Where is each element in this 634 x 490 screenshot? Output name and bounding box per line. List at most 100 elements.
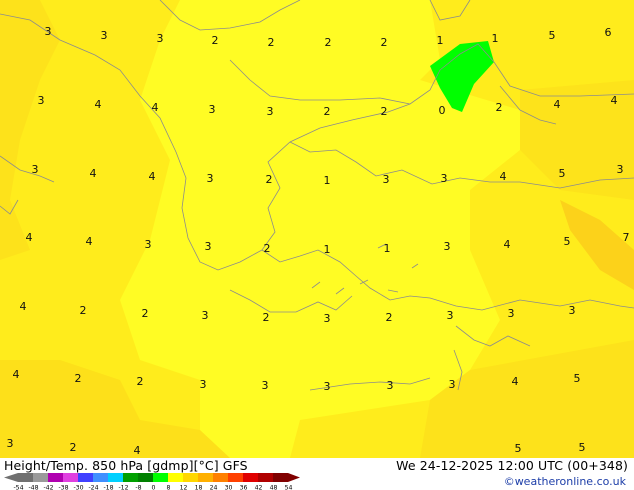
value-label: 3: [447, 309, 454, 322]
legend-swatch: [123, 473, 138, 482]
color-legend: -54 -48 -42 -38 -30 -24 -18 -12 -8 0 8 12 18 24 30 36 42…: [4, 473, 300, 490]
value-label: 0: [439, 104, 446, 117]
value-label: 3: [101, 29, 108, 42]
value-label: 3: [45, 25, 52, 38]
legend-swatch: [273, 473, 288, 482]
value-label: 2: [496, 101, 503, 114]
value-label: 4: [95, 98, 102, 111]
value-label: 2: [381, 36, 388, 49]
value-label: 3: [7, 437, 14, 450]
value-label: 3: [209, 103, 216, 116]
legend-swatch: [108, 473, 123, 482]
value-label: 2: [381, 105, 388, 118]
value-label: 2: [264, 242, 271, 255]
legend-tick-label: -30: [73, 485, 83, 490]
value-label: 4: [86, 235, 93, 248]
legend-tick-label: -54: [13, 485, 23, 490]
value-label: 2: [70, 441, 77, 454]
value-label: 1: [324, 174, 331, 187]
legend-swatch: [153, 473, 168, 482]
value-label: 4: [500, 170, 507, 183]
legend-tick-label: -48: [28, 485, 38, 490]
credit-link[interactable]: ©weatheronline.co.uk: [504, 475, 626, 488]
legend-tick-label: 36: [240, 485, 248, 490]
value-label: 3: [508, 307, 515, 320]
value-label: 3: [387, 379, 394, 392]
legend-tick-label: -24: [88, 485, 98, 490]
value-label: 5: [549, 29, 556, 42]
legend-swatch: [198, 473, 213, 482]
legend-tick-label: -42: [43, 485, 53, 490]
value-label: 3: [202, 309, 209, 322]
value-label: 2: [137, 375, 144, 388]
value-label: 3: [262, 379, 269, 392]
value-label: 3: [205, 240, 212, 253]
legend-swatch: [228, 473, 243, 482]
legend-swatch: [243, 473, 258, 482]
value-label: 3: [207, 172, 214, 185]
legend-swatch: [138, 473, 153, 482]
value-label: 2: [266, 173, 273, 186]
legend-tick-label: -12: [118, 485, 128, 490]
value-label: 2: [75, 372, 82, 385]
value-label: 6: [605, 26, 612, 39]
value-label: 4: [512, 375, 519, 388]
legend-tick-label: 0: [152, 485, 156, 490]
value-label: 3: [32, 163, 39, 176]
value-label: 2: [142, 307, 149, 320]
value-label: 4: [13, 368, 20, 381]
value-label: 4: [554, 98, 561, 111]
value-label: 3: [617, 163, 624, 176]
weather-map: 3 3 3 2 2 2 2 1 1 5 6 3 4 4 3 3 2 2 0 2 4 4 3 4 4 3 2 1 3 3 4 5 3 4 4 3 3 2 1 1…: [0, 0, 634, 458]
legend-tick-label: 30: [225, 485, 233, 490]
legend-swatch: [258, 473, 273, 482]
value-label: 7: [623, 231, 630, 244]
legend-swatch: [78, 473, 93, 482]
value-label: 3: [441, 172, 448, 185]
value-label: 3: [200, 378, 207, 391]
legend-swatch: [63, 473, 78, 482]
legend-tick-label: 42: [255, 485, 263, 490]
value-label: 4: [90, 167, 97, 180]
value-label: 3: [324, 312, 331, 325]
value-label: 4: [134, 444, 141, 457]
value-label: 1: [384, 242, 391, 255]
legend-left-arrow: [4, 473, 18, 482]
value-label: 3: [145, 238, 152, 251]
legend-tick-label: 12: [180, 485, 188, 490]
value-label: 2: [325, 36, 332, 49]
legend-tick-label: -18: [103, 485, 113, 490]
value-label: 2: [268, 36, 275, 49]
value-label: 3: [444, 240, 451, 253]
value-label: 5: [579, 441, 586, 454]
legend-swatch: [168, 473, 183, 482]
value-label: 2: [212, 34, 219, 47]
legend-tick-label: -8: [135, 485, 141, 490]
value-label: 3: [324, 380, 331, 393]
value-label: 4: [611, 94, 618, 107]
legend-swatch: [213, 473, 228, 482]
value-label: 3: [38, 94, 45, 107]
value-label: 5: [559, 167, 566, 180]
legend-tick-label: 54: [285, 485, 293, 490]
value-label: 5: [564, 235, 571, 248]
legend-tick-label: 48: [270, 485, 278, 490]
value-label: 2: [80, 304, 87, 317]
value-label: 4: [26, 231, 33, 244]
value-label: 3: [267, 105, 274, 118]
legend-tick-label: -38: [58, 485, 68, 490]
value-label: 5: [515, 442, 522, 455]
chart-title: Height/Temp. 850 hPa [gdmp][°C] GFS: [4, 458, 248, 473]
value-label: 4: [504, 238, 511, 251]
value-label: 5: [574, 372, 581, 385]
legend-swatch: [18, 473, 33, 482]
legend-swatch: [33, 473, 48, 482]
value-label: 4: [149, 170, 156, 183]
value-label: 2: [324, 105, 331, 118]
legend-swatch: [183, 473, 198, 482]
legend-swatch: [48, 473, 63, 482]
value-label: 2: [386, 311, 393, 324]
value-label: 3: [569, 304, 576, 317]
legend-tick-label: 24: [210, 485, 218, 490]
value-label: 3: [157, 32, 164, 45]
